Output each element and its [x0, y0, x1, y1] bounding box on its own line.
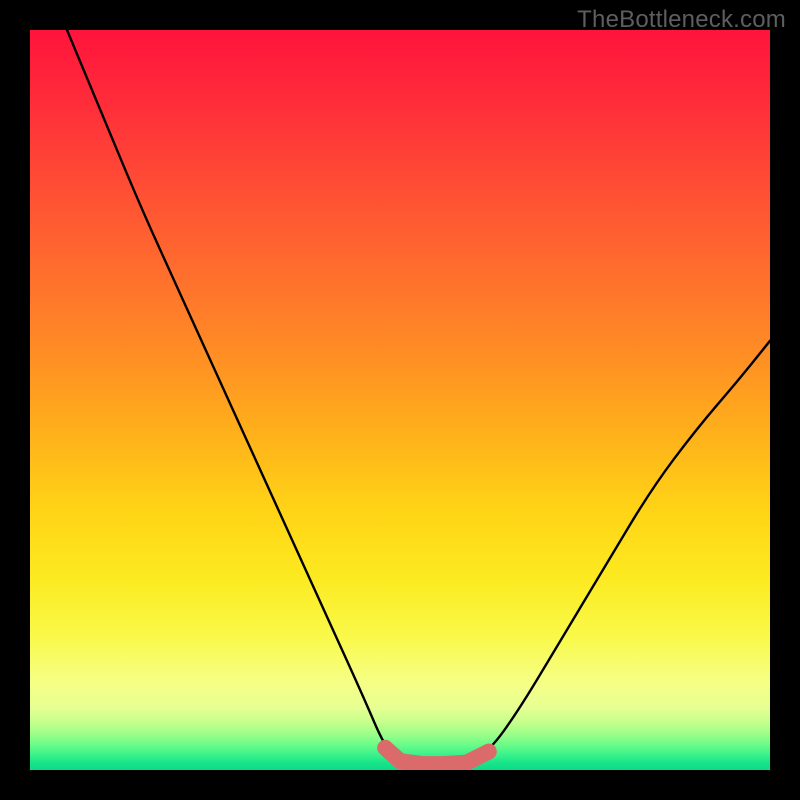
chart-minimum-markers: [382, 745, 489, 764]
chart-svg: [30, 30, 770, 770]
chart-minimum-lead-dot: [382, 745, 397, 760]
chart-plot-area: [30, 30, 770, 770]
chart-minimum-band: [385, 748, 489, 764]
watermark-text: TheBottleneck.com: [577, 6, 786, 34]
chart-curve-path: [67, 30, 770, 764]
